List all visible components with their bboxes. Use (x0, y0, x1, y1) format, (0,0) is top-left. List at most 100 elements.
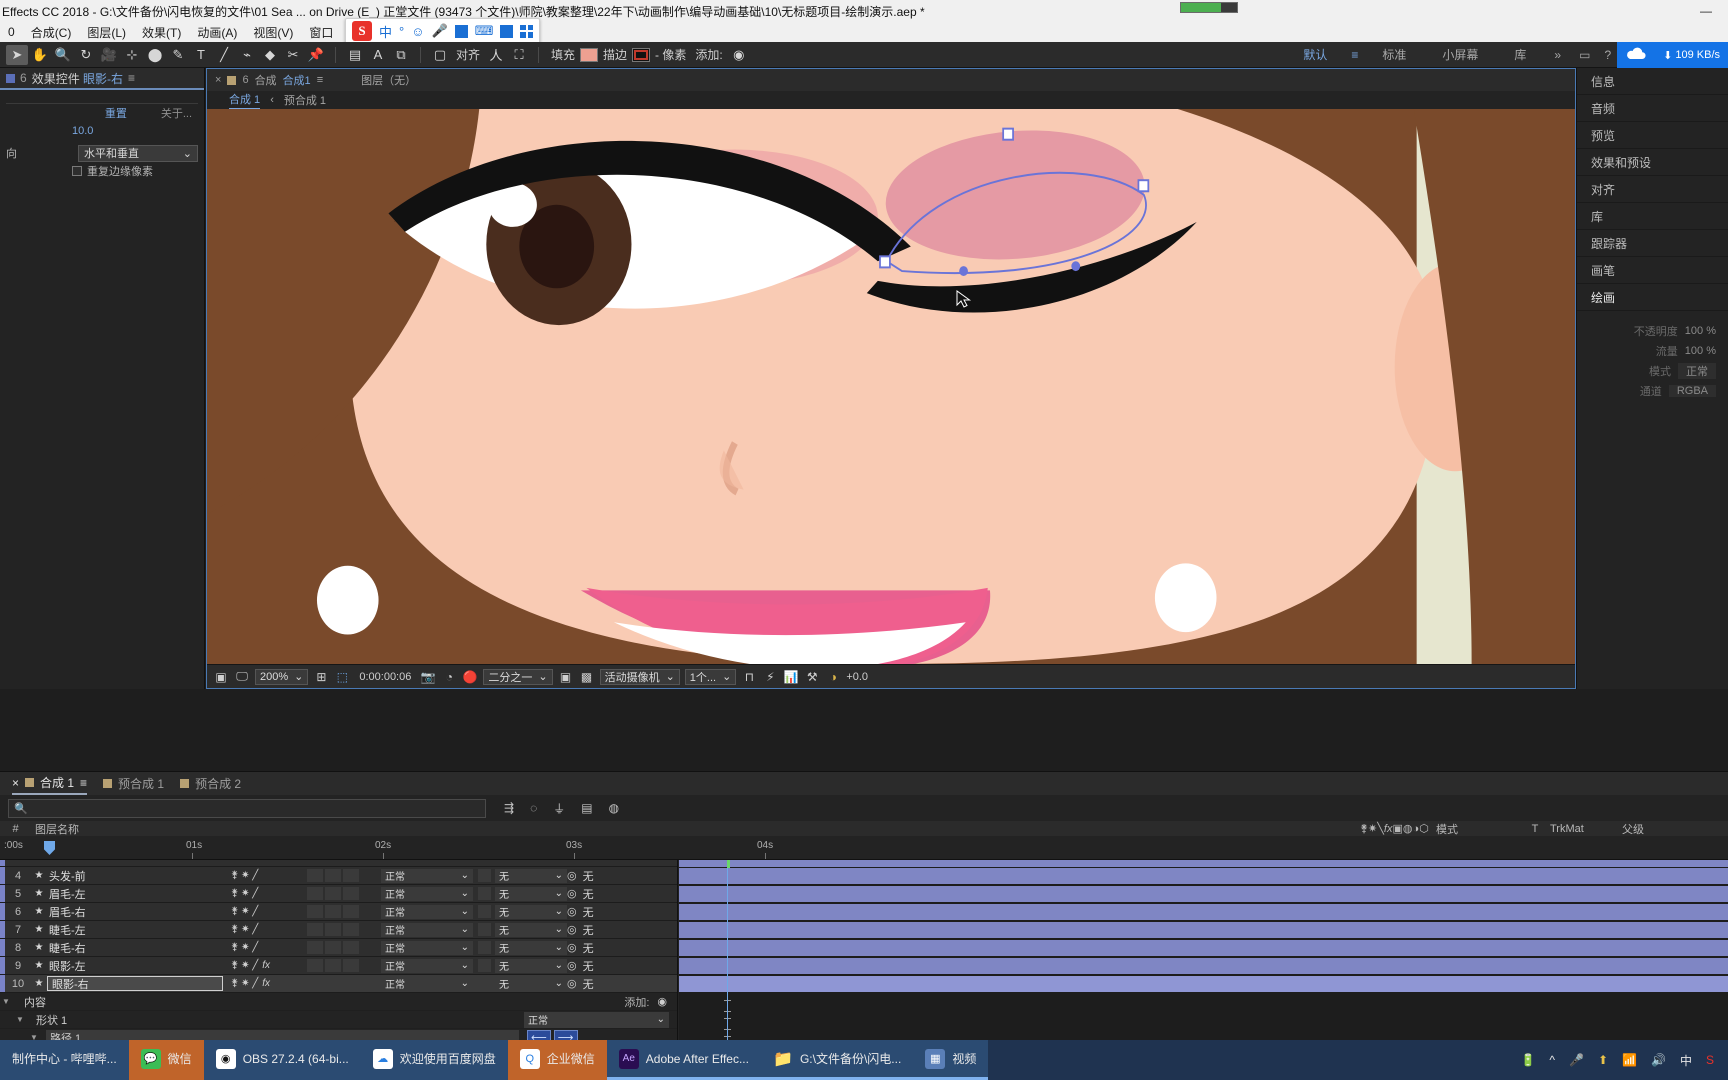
dock-item-effects-presets[interactable]: 效果和预设 (1577, 149, 1728, 176)
person-icon[interactable]: ⌨ (475, 23, 494, 39)
property-row-shape1[interactable]: ▼ 形状 1 正常 ⌄ (0, 1011, 677, 1029)
align-label[interactable]: 对齐 (452, 46, 484, 63)
menu-item-effect[interactable]: 效果(T) (134, 24, 189, 41)
taskbar-item-baidu-netdisk[interactable]: ☁ 欢迎使用百度网盘 (360, 1040, 508, 1080)
layer-bar[interactable] (679, 958, 1728, 974)
layer-bar[interactable] (679, 922, 1728, 938)
parent-value[interactable]: 无 (583, 958, 594, 974)
align-box-icon[interactable]: ▢ (429, 45, 451, 65)
brush-tool-icon[interactable]: ╱ (213, 45, 235, 65)
table-row[interactable]: 5 ★ 眉毛-左 ⚵ ✷ ╱ 正常 ⌄ 无 ⌄ ◎ 无 (0, 885, 677, 903)
tab-menu-icon[interactable]: ≡ (80, 776, 87, 790)
region-interest-toggle-icon[interactable]: ▣ (558, 669, 574, 685)
property-row-contents[interactable]: ▼ 内容 添加: ◉ (0, 993, 677, 1011)
timeline-graph-icon[interactable]: 📊 (783, 669, 799, 685)
current-time-display[interactable]: 0:00:00:06 (355, 671, 415, 683)
layer-mode-cell[interactable]: 正常 ⌄ (381, 940, 473, 955)
layer-switch-boxes[interactable] (307, 959, 381, 972)
pickwhip-icon[interactable]: ◎ (567, 977, 577, 990)
windows-taskbar[interactable]: 制作中心 - 哔哩哔... 💬 微信 ◉ OBS 27.2.4 (64-bi..… (0, 1040, 1728, 1080)
timeline-tab-precomp2[interactable]: 预合成 2 (180, 772, 241, 795)
microphone-tray-icon[interactable]: 🎤 (1569, 1053, 1584, 1067)
views-dropdown[interactable]: 1个... ⌄ (684, 668, 737, 685)
fill-label[interactable]: 填充 (547, 46, 579, 63)
layer-mode-cell[interactable]: 正常 ⌄ (381, 904, 473, 919)
ime-language-icon[interactable]: 中 (379, 22, 392, 41)
breadcrumb-precomp1[interactable]: 预合成 1 (284, 92, 326, 108)
layer-name[interactable]: 头发-前 (47, 868, 231, 884)
panel-menu-icon[interactable]: ≡ (128, 71, 135, 85)
snapping-icon[interactable]: ⧉ (390, 45, 412, 65)
direction-dropdown[interactable]: 水平和垂直 ⌄ (78, 144, 198, 162)
toolbox-grid-icon[interactable] (520, 24, 534, 38)
repeat-edge-checkbox[interactable] (72, 166, 82, 176)
layer-switch-boxes[interactable] (307, 923, 381, 936)
layer-switch-boxes[interactable] (307, 941, 381, 954)
camera-view-dropdown[interactable]: 活动摄像机 ⌄ (599, 668, 680, 685)
dock-item-info[interactable]: 信息 (1577, 68, 1728, 95)
region-of-interest-icon[interactable]: ⬚ (334, 669, 350, 685)
help-icon[interactable]: ? (1598, 42, 1617, 68)
table-row[interactable]: 7 ★ 睫毛-左 ⚵ ✷ ╱ 正常 ⌄ 无 ⌄ ◎ 无 (0, 921, 677, 939)
timeline-ruler[interactable]: :00s 01s 02s 03s 04s (0, 836, 1728, 860)
layer-switches[interactable]: ⚵ ✷ ╱ fx (231, 978, 307, 989)
trkmat-cell[interactable]: 无 ⌄ (495, 868, 567, 883)
paint-flow-value[interactable]: 100 % (1685, 345, 1716, 357)
pen-tool-icon[interactable]: ✎ (167, 45, 189, 65)
close-icon[interactable]: × (12, 776, 19, 790)
shape1-mode-dropdown[interactable]: 正常 ⌄ (524, 1011, 669, 1028)
usb-device-icon[interactable]: 🔋 (1520, 1053, 1535, 1067)
trkmat-cell[interactable]: 无 ⌄ (495, 922, 567, 937)
timeline-tab-comp1[interactable]: × 合成 1 ≡ (12, 772, 88, 795)
comp-panel-menu-icon[interactable]: ≡ (317, 74, 323, 86)
taskbar-item-video[interactable]: ▦ 视频 (913, 1040, 989, 1080)
puppet-pin-tool-icon[interactable]: 📌 (305, 45, 327, 65)
layer-name[interactable]: 眉毛-左 (47, 886, 231, 902)
parent-value[interactable]: 无 (583, 904, 594, 920)
effect-value[interactable]: 10.0 (72, 125, 93, 137)
layer-bar[interactable] (679, 904, 1728, 920)
track-toggle[interactable] (473, 905, 495, 918)
track-toggle[interactable] (473, 941, 495, 954)
toggle-transparency-grid-icon[interactable]: ▣ (213, 669, 229, 685)
table-row[interactable]: 4 ★ 头发-前 ⚵ ✷ ╱ 正常 ⌄ 无 ⌄ ◎ 无 (0, 867, 677, 885)
clone-stamp-tool-icon[interactable]: ⌁ (236, 45, 258, 65)
microphone-icon[interactable]: 🎤 (432, 23, 448, 39)
zoom-tool-icon[interactable]: 🔍 (52, 45, 74, 65)
pickwhip-icon[interactable]: ◎ (567, 905, 577, 918)
search-help-icon[interactable]: ▭ (1571, 42, 1598, 68)
show-hidden-icons-chevron[interactable]: ^ (1549, 1053, 1555, 1067)
add-property-icon[interactable]: ◉ (657, 995, 667, 1008)
trkmat-cell[interactable]: 无 ⌄ (495, 904, 567, 919)
draft-3d-icon[interactable]: ◌ (530, 801, 537, 815)
taskbar-item-bilibili[interactable]: 制作中心 - 哔哩哔... (0, 1040, 129, 1080)
channel-rgb-icon[interactable]: 🔴 (462, 669, 478, 685)
rotation-tool-icon[interactable]: ↻ (75, 45, 97, 65)
motion-blur-icon[interactable]: ◍ (609, 801, 619, 815)
enable-frame-blending-icon[interactable]: ▤ (581, 801, 592, 815)
dock-item-preview[interactable]: 预览 (1577, 122, 1728, 149)
ime-tray-icon[interactable]: 中 (1680, 1052, 1692, 1069)
transparency-checker-icon[interactable]: ▩ (579, 669, 595, 685)
taskbar-item-wechat[interactable]: 💬 微信 (128, 1040, 204, 1080)
ime-punctuation-icon[interactable]: ° (399, 24, 404, 39)
layer-bar[interactable] (679, 940, 1728, 956)
disclosure-triangle-icon[interactable]: ▼ (14, 1015, 26, 1024)
timeline-tab-bar[interactable]: × 合成 1 ≡ 预合成 1 预合成 2 (0, 772, 1728, 795)
parent-value[interactable]: 无 (583, 976, 594, 992)
layer-bar[interactable] (679, 886, 1728, 902)
table-row[interactable]: 8 ★ 睫毛-右 ⚵ ✷ ╱ 正常 ⌄ 无 ⌄ ◎ 无 (0, 939, 677, 957)
menu-item-animation[interactable]: 动画(A) (189, 24, 245, 41)
layer-mode-cell[interactable]: 正常 ⌄ (381, 958, 473, 973)
lock-icon[interactable]: 6 (20, 71, 27, 85)
composition-breadcrumb[interactable]: 合成 1 ‹ 预合成 1 (207, 91, 1575, 109)
layer-search-input[interactable]: 🔍 (8, 798, 486, 818)
path-tool-icon[interactable]: 人 (485, 45, 507, 65)
disclosure-triangle-icon[interactable]: ▼ (0, 997, 12, 1006)
parent-cell[interactable]: ◎ 无 (567, 940, 677, 956)
track-toggle[interactable] (473, 923, 495, 936)
paint-mode-value[interactable]: 正常 (1678, 363, 1716, 379)
pickwhip-icon[interactable]: ◎ (567, 959, 577, 972)
show-snapshot-icon[interactable]: ◔ (441, 669, 457, 685)
anchor-point-tool-icon[interactable]: ⊹ (121, 45, 143, 65)
